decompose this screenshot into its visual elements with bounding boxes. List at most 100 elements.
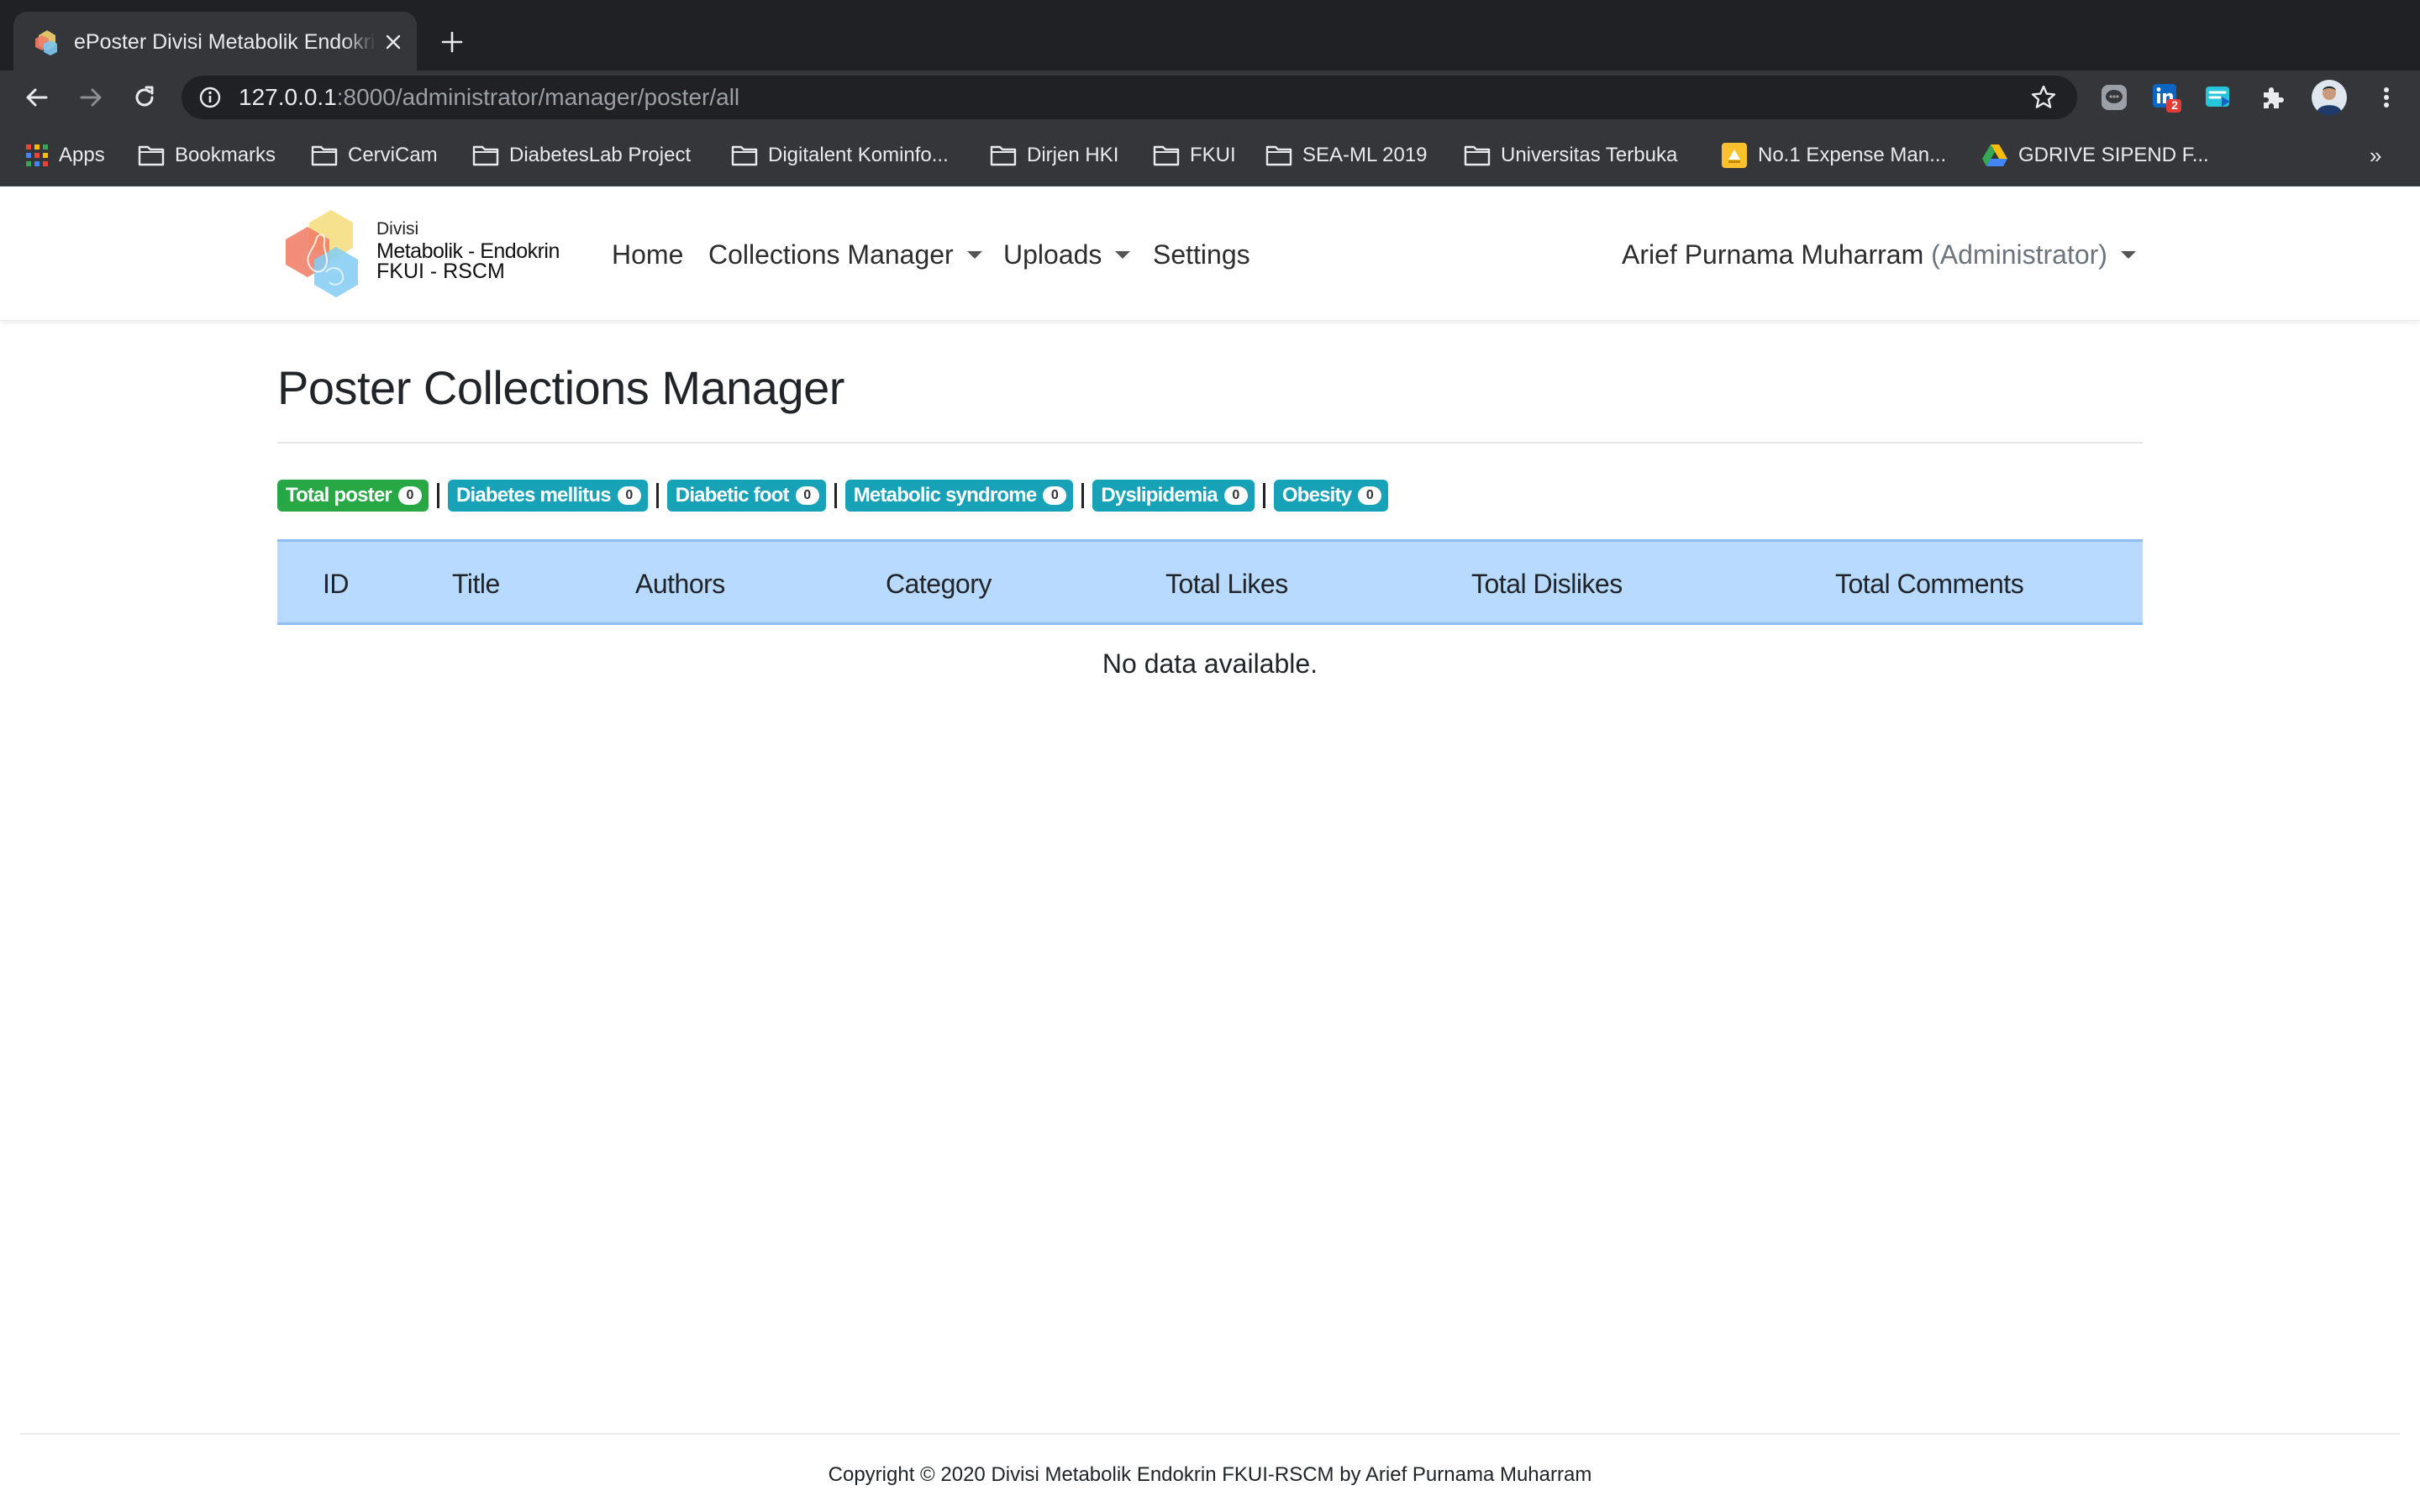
badge-count: 0 bbox=[795, 486, 819, 505]
site-info-icon[interactable] bbox=[198, 86, 222, 109]
bookmark-label: Dirjen HKI bbox=[1027, 144, 1119, 166]
bookmark-label: CerviCam bbox=[348, 144, 438, 166]
column-header-id[interactable]: ID bbox=[323, 567, 350, 601]
folder-icon bbox=[138, 145, 165, 166]
user-role: (Administrator) bbox=[1931, 239, 2107, 270]
bookmark-expense[interactable]: No.1 Expense Man... bbox=[1721, 141, 1946, 170]
badge-label: Diabetes mellitus bbox=[455, 484, 612, 507]
badge-total-poster[interactable]: Total poster 0 bbox=[277, 480, 429, 512]
bookmark-label: Apps bbox=[59, 144, 105, 166]
badge-count: 0 bbox=[1358, 486, 1382, 505]
url-text[interactable]: 127.0.0.1:8000/administrator/manager/pos… bbox=[239, 83, 739, 112]
footer-divider bbox=[20, 1433, 2400, 1435]
folder-icon bbox=[311, 145, 338, 166]
badge-diabetic-foot[interactable]: Diabetic foot 0 bbox=[666, 480, 826, 512]
user-menu-dropdown[interactable]: Arief Purnama Muharram (Administrator) bbox=[1622, 237, 2136, 272]
bookmark-apps[interactable]: Apps bbox=[25, 141, 105, 170]
site-navbar: Divisi Metabolik - Endokrin FKUI - RSCM … bbox=[0, 186, 2420, 321]
address-bar[interactable]: 127.0.0.1:8000/administrator/manager/pos… bbox=[182, 76, 2077, 119]
extension-badge-count: 2 bbox=[2171, 98, 2178, 112]
bookmarks-bar: Apps Bookmarks CerviCam DiabetesLab Proj… bbox=[0, 124, 2420, 186]
badge-dyslipidemia[interactable]: Dyslipidemia 0 bbox=[1092, 480, 1255, 512]
bookmark-star-icon[interactable] bbox=[2030, 84, 2057, 111]
folder-icon bbox=[472, 145, 499, 166]
badge-separator bbox=[436, 483, 439, 508]
bookmark-label: No.1 Expense Man... bbox=[1758, 144, 1947, 166]
nav-settings[interactable]: Settings bbox=[1153, 237, 1250, 272]
bookmark-folder[interactable]: CerviCam bbox=[311, 141, 438, 170]
back-icon[interactable] bbox=[20, 81, 54, 114]
google-drive-icon bbox=[1982, 144, 2007, 166]
badge-separator bbox=[655, 483, 659, 508]
bookmark-folder[interactable]: Digitalent Kominfo... bbox=[731, 141, 949, 170]
column-header-category[interactable]: Category bbox=[886, 567, 992, 601]
title-divider bbox=[277, 442, 2143, 444]
column-header-authors[interactable]: Authors bbox=[635, 567, 725, 601]
bookmark-folder[interactable]: Dirjen HKI bbox=[990, 141, 1118, 170]
browser-menu-icon[interactable] bbox=[2371, 82, 2402, 113]
bookmark-label: FKUI bbox=[1190, 144, 1236, 166]
badge-count: 0 bbox=[1043, 486, 1067, 505]
nav-uploads-dropdown[interactable]: Uploads bbox=[1003, 237, 1131, 272]
column-header-title[interactable]: Title bbox=[452, 567, 500, 601]
bookmark-label: GDRIVE SIPEND F... bbox=[2018, 144, 2209, 166]
badge-label: Obesity bbox=[1281, 484, 1352, 507]
profile-avatar-icon[interactable] bbox=[2311, 79, 2348, 116]
badge-separator bbox=[1081, 483, 1085, 508]
new-tab-icon[interactable] bbox=[435, 25, 469, 59]
chat-extension-icon[interactable] bbox=[2099, 82, 2129, 113]
browser-tab-strip: ePoster Divisi Metabolik Endokrin FKUI-R… bbox=[0, 0, 2420, 71]
bookmark-label: DiabetesLab Project bbox=[509, 144, 692, 166]
badge-separator bbox=[1262, 483, 1265, 508]
bookmark-label: Bookmarks bbox=[175, 144, 276, 166]
badge-label: Dyslipidemia bbox=[1101, 484, 1218, 507]
bookmark-gdrive[interactable]: GDRIVE SIPEND F... bbox=[1981, 141, 2209, 170]
folder-icon bbox=[1153, 145, 1180, 166]
url-host: 127.0.0.1 bbox=[239, 84, 337, 110]
bookmark-folder[interactable]: FKUI bbox=[1153, 141, 1236, 170]
brand-line-3: FKUI - RSCM bbox=[376, 260, 505, 283]
expense-app-icon bbox=[1722, 143, 1747, 168]
column-header-total-dislikes[interactable]: Total Dislikes bbox=[1471, 567, 1623, 601]
forward-icon[interactable] bbox=[74, 81, 108, 114]
chevron-down-icon bbox=[1115, 251, 1131, 259]
brand-line-1: Divisi bbox=[376, 219, 419, 239]
user-name: Arief Purnama Muharram bbox=[1622, 239, 1924, 270]
tab-close-icon[interactable] bbox=[380, 29, 407, 55]
folder-icon bbox=[731, 145, 758, 166]
nav-collections-manager-dropdown[interactable]: Collections Manager bbox=[708, 237, 982, 272]
badge-obesity[interactable]: Obesity 0 bbox=[1273, 480, 1389, 512]
bookmark-label: Universitas Terbuka bbox=[1501, 144, 1678, 166]
column-header-total-likes[interactable]: Total Likes bbox=[1165, 567, 1288, 601]
url-path: :8000/administrator/manager/poster/all bbox=[336, 84, 740, 110]
page-title: Poster Collections Manager bbox=[277, 361, 844, 414]
badge-count: 0 bbox=[397, 486, 422, 505]
bookmarks-overflow-button[interactable]: » bbox=[2370, 141, 2381, 170]
bookmark-folder[interactable]: SEA-ML 2019 bbox=[1265, 141, 1428, 170]
column-header-total-comments[interactable]: Total Comments bbox=[1835, 567, 2024, 601]
reload-icon[interactable] bbox=[128, 81, 161, 114]
bookmark-folder[interactable]: Universitas Terbuka bbox=[1464, 141, 1677, 170]
badge-diabetes-mellitus[interactable]: Diabetes mellitus 0 bbox=[447, 480, 648, 512]
linkedin-extension-icon[interactable]: 2 bbox=[2151, 82, 2181, 113]
division-logo-icon bbox=[286, 210, 358, 297]
table-empty-message: No data available. bbox=[1102, 648, 1318, 679]
nav-home[interactable]: Home bbox=[612, 237, 683, 272]
browser-tab[interactable]: ePoster Divisi Metabolik Endokrin FKUI-R… bbox=[13, 12, 417, 71]
badge-metabolic-syndrome[interactable]: Metabolic syndrome 0 bbox=[844, 480, 1074, 512]
category-badges: Total poster 0 Diabetes mellitus 0 Diabeti… bbox=[277, 479, 1389, 512]
footer-copyright: Copyright © 2020 Divisi Metabolik Endokr… bbox=[828, 1463, 1592, 1486]
bookmark-folder[interactable]: Bookmarks bbox=[138, 141, 276, 170]
screencast-extension-icon[interactable] bbox=[2203, 82, 2233, 113]
brand-logo-link[interactable]: Divisi Metabolik - Endokrin FKUI - RSCM bbox=[276, 207, 570, 301]
nav-collections-label: Collections Manager bbox=[708, 239, 954, 270]
badge-label: Diabetic foot bbox=[675, 484, 790, 507]
folder-icon bbox=[990, 145, 1017, 166]
extensions-puzzle-icon[interactable] bbox=[2259, 82, 2289, 113]
badge-label: Metabolic syndrome bbox=[853, 484, 1037, 507]
tab-title: ePoster Divisi Metabolik Endokrin FKUI-R… bbox=[74, 29, 376, 55]
badge-count: 0 bbox=[1223, 486, 1248, 505]
posters-table-header: ID Title Authors Category Total Likes To… bbox=[277, 539, 2143, 625]
site-favicon-icon bbox=[35, 30, 57, 55]
bookmark-folder[interactable]: DiabetesLab Project bbox=[472, 141, 691, 170]
